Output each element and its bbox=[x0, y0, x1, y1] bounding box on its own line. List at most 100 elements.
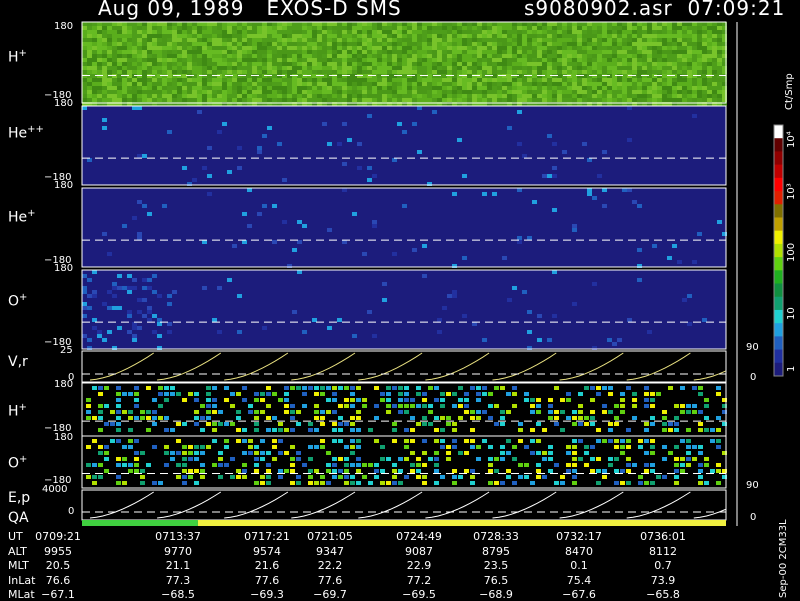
heatmap-cell bbox=[357, 94, 362, 98]
heatmap-cell bbox=[402, 86, 407, 90]
pitch-cell bbox=[524, 398, 529, 402]
pitch-cell bbox=[614, 481, 619, 485]
pitch-cell bbox=[176, 475, 181, 479]
heatmap-cell bbox=[287, 94, 292, 98]
heatmap-cell bbox=[692, 98, 697, 102]
heatmap-cell bbox=[362, 94, 367, 98]
heatmap-cell bbox=[422, 82, 427, 86]
heatmap-cell bbox=[557, 70, 562, 74]
heatmap-cell bbox=[217, 86, 222, 90]
pitch-cell bbox=[524, 445, 529, 449]
heatmap-cell bbox=[392, 78, 397, 82]
heatmap-cell bbox=[322, 54, 327, 58]
heatmap-cell bbox=[327, 22, 332, 26]
heatmap-cell bbox=[157, 74, 162, 78]
heatmap-cell bbox=[147, 58, 152, 62]
heatmap-cell bbox=[127, 46, 132, 50]
heatmap-cell bbox=[617, 30, 622, 34]
pitch-cell bbox=[506, 469, 511, 473]
heatmap-cell bbox=[702, 98, 707, 102]
heatmap-cell bbox=[712, 38, 717, 42]
heatmap-cell bbox=[712, 26, 717, 30]
pitch-cell bbox=[332, 475, 337, 479]
heatmap-cell bbox=[202, 98, 207, 102]
heatmap-cell bbox=[457, 26, 462, 30]
pitch-cell bbox=[92, 386, 97, 390]
heatmap-cell bbox=[462, 70, 467, 74]
heatmap-cell bbox=[297, 38, 302, 42]
heatmap-cell bbox=[407, 86, 412, 90]
heatmap-cell bbox=[527, 70, 532, 74]
heatmap-cell bbox=[462, 74, 467, 78]
pitch-cell bbox=[356, 386, 361, 390]
pitch-cell bbox=[236, 392, 241, 396]
pitch-cell bbox=[698, 469, 703, 473]
heatmap-cell bbox=[527, 54, 532, 58]
heatmap-cell bbox=[662, 30, 667, 34]
pitch-cell bbox=[686, 404, 691, 408]
pitch-cell bbox=[158, 481, 163, 485]
heatmap-cell bbox=[532, 78, 537, 82]
heatmap-cell bbox=[632, 46, 637, 50]
heatmap-cell bbox=[267, 94, 272, 98]
heatmap-cell bbox=[282, 50, 287, 54]
heatmap-cell bbox=[317, 50, 322, 54]
pitch-cell bbox=[542, 451, 547, 455]
heatmap-cell bbox=[442, 50, 447, 54]
heatmap-cell bbox=[132, 42, 137, 46]
table-cell: 8112 bbox=[649, 544, 677, 558]
pitch-cell bbox=[434, 416, 439, 420]
heatmap-cell bbox=[267, 86, 272, 90]
heatmap-cell bbox=[552, 74, 557, 78]
heatmap-cell bbox=[227, 22, 232, 26]
heatmap-cell bbox=[197, 78, 202, 82]
heatmap-cell bbox=[567, 38, 572, 42]
heatmap-cell bbox=[277, 54, 282, 58]
pitch-cell bbox=[716, 445, 721, 449]
heatmap-cell bbox=[537, 22, 542, 26]
heatmap-cell bbox=[147, 318, 152, 322]
pitch-cell bbox=[164, 445, 169, 449]
heatmap-cell bbox=[222, 74, 227, 78]
heatmap-cell bbox=[177, 82, 182, 86]
pitch-cell bbox=[608, 428, 613, 432]
heatmap-cell bbox=[112, 282, 117, 286]
heatmap-cell bbox=[147, 278, 152, 282]
heatmap-cell bbox=[92, 94, 97, 98]
heatmap-cell bbox=[397, 54, 402, 58]
pitch-cell bbox=[398, 469, 403, 473]
pitch-cell bbox=[260, 398, 265, 402]
heatmap-cell bbox=[382, 298, 387, 302]
heatmap-cell bbox=[262, 58, 267, 62]
pitch-cell bbox=[608, 422, 613, 426]
heatmap-cell bbox=[527, 34, 532, 38]
heatmap-cell bbox=[467, 90, 472, 94]
pitch-cell bbox=[692, 404, 697, 408]
heatmap-cell bbox=[667, 42, 672, 46]
pitch-cell bbox=[536, 463, 541, 467]
pitch-cell bbox=[116, 457, 121, 461]
heatmap-cell bbox=[657, 74, 662, 78]
heatmap-cell bbox=[242, 46, 247, 50]
heatmap-cell bbox=[112, 98, 117, 102]
heatmap-cell bbox=[672, 34, 677, 38]
heatmap-cell bbox=[537, 94, 542, 98]
heatmap-cell bbox=[407, 50, 412, 54]
heatmap-cell bbox=[622, 54, 627, 58]
heatmap-cell bbox=[152, 42, 157, 46]
heatmap-cell bbox=[197, 62, 202, 66]
heatmap-cell bbox=[262, 90, 267, 94]
pitch-cell bbox=[716, 416, 721, 420]
heatmap-cell bbox=[697, 50, 702, 54]
heatmap-cell bbox=[642, 22, 647, 26]
heatmap-cell bbox=[687, 90, 692, 94]
heatmap-cell bbox=[87, 26, 92, 30]
pitch-cell bbox=[482, 386, 487, 390]
heatmap-cell bbox=[462, 26, 467, 30]
pitch-cell bbox=[254, 410, 259, 414]
heatmap-cell bbox=[427, 98, 432, 102]
table-row-label: MLT bbox=[8, 559, 29, 572]
pitch-cell bbox=[602, 469, 607, 473]
pitch-cell bbox=[362, 404, 367, 408]
heatmap-cell bbox=[557, 30, 562, 34]
